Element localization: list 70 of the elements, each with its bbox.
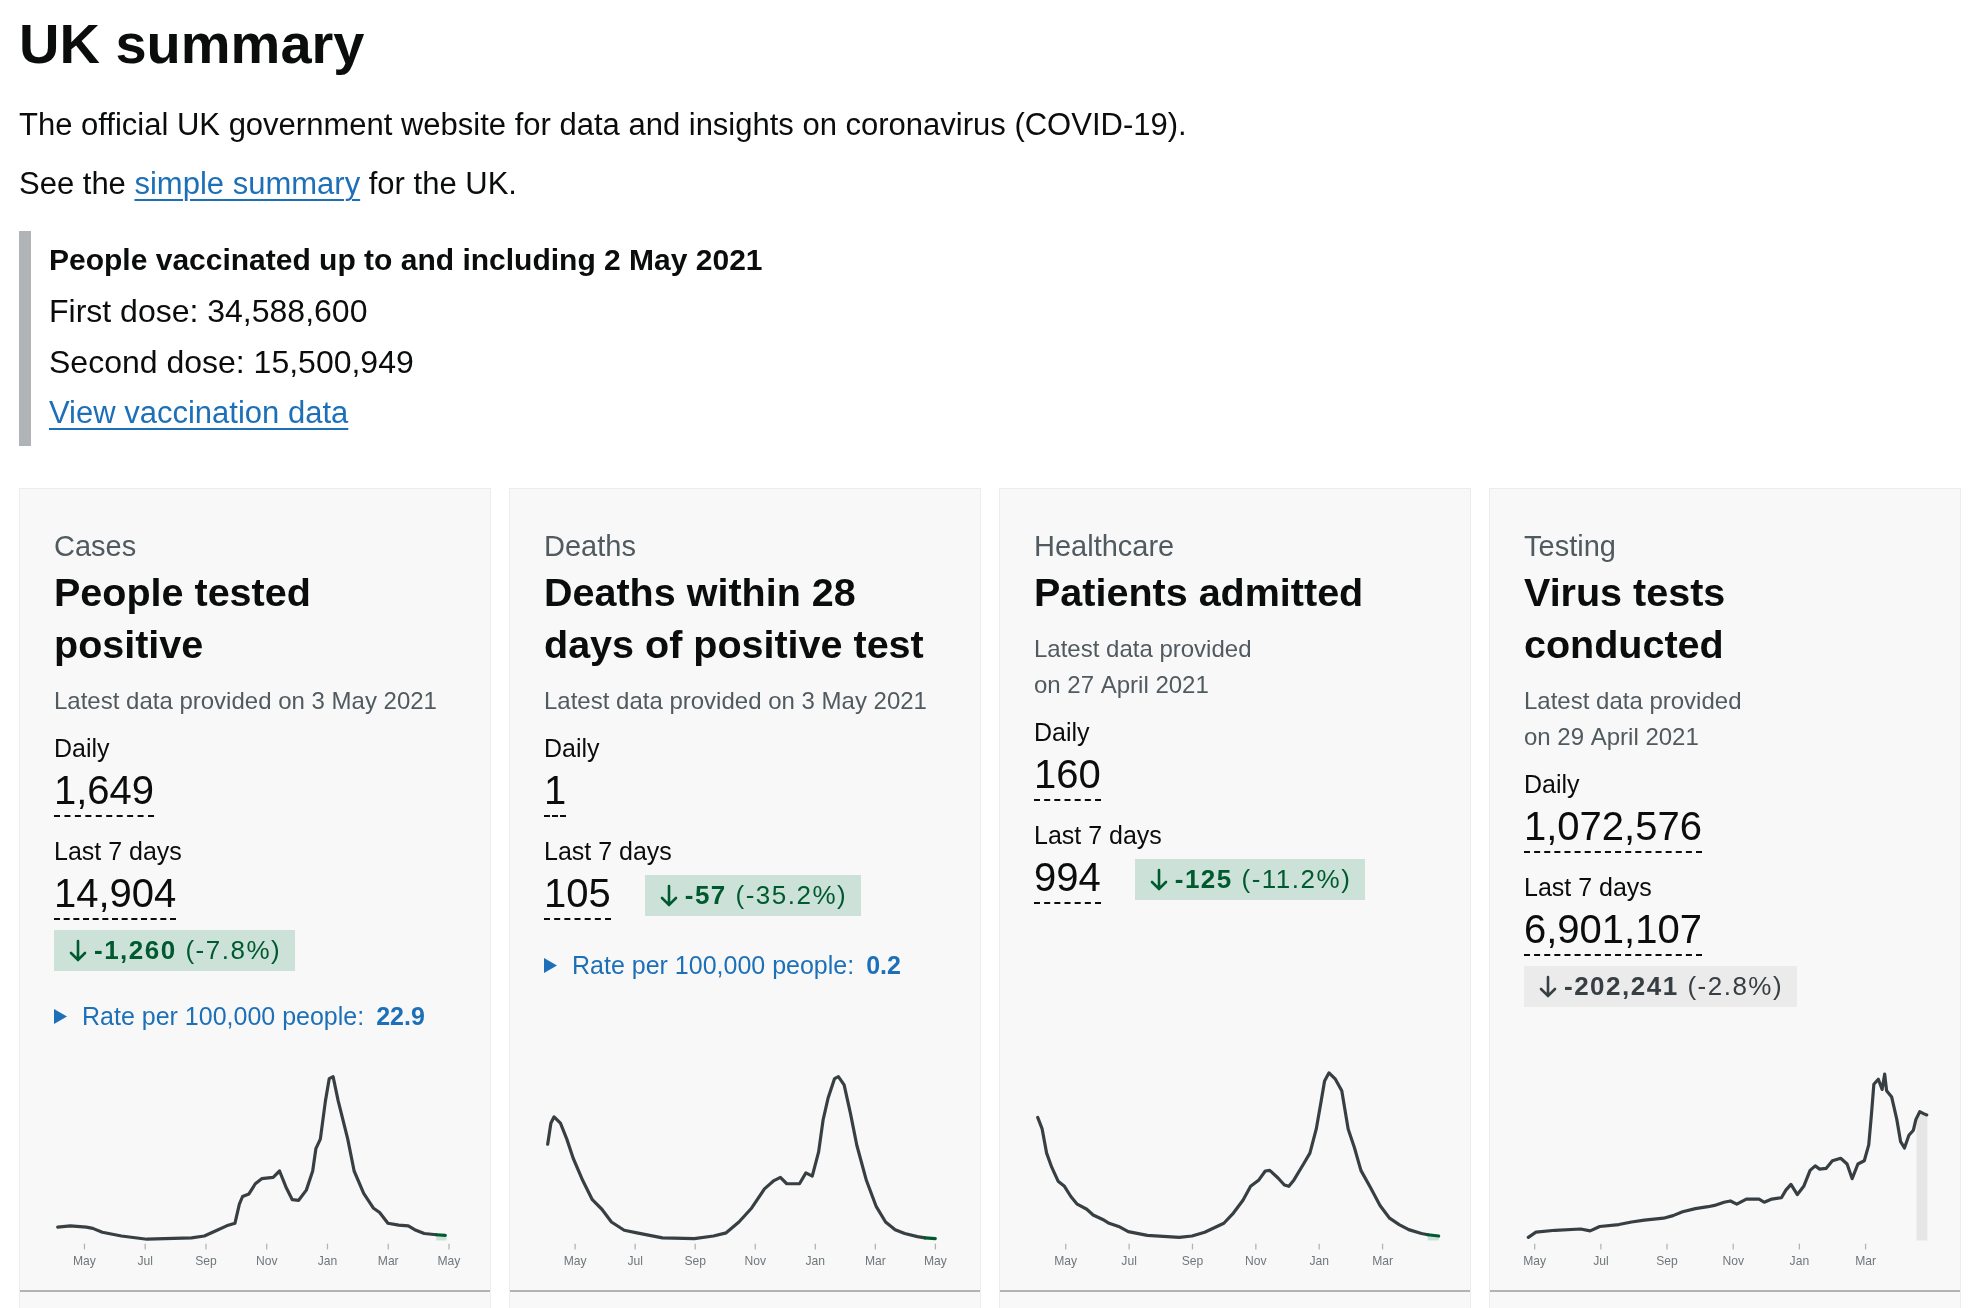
metric-label: Daily [1524,769,1580,800]
triangle-icon [544,957,557,973]
change-text: -202,241 (-2.8%) [1564,970,1784,1003]
axis-label: May [1523,1253,1547,1268]
axis-label: Nov [744,1253,767,1268]
metric-value: 105 [544,871,611,920]
axis-label: Mar [864,1253,886,1268]
metric-value: 14,904 [54,871,177,920]
summary-link[interactable]: simple summary [134,166,361,201]
category-label: Cases [54,529,137,564]
axis-label: Sep [195,1253,217,1268]
metric-label: Last 7 days [544,836,672,867]
axis-label: Jan [805,1253,826,1268]
axis-label: Jul [1593,1253,1609,1268]
axis-label: May [923,1253,947,1268]
card-title: Deaths within 28 days of positive test [544,569,925,668]
summary-sentence: See the simple summary for the UK. [19,165,518,203]
dose-text: First dose: 34,588,600 [49,292,369,331]
rate-toggle[interactable]: Rate per 100,000 people: 22.9 [54,1000,425,1032]
rate-toggle[interactable]: Rate per 100,000 people: 0.2 [544,949,901,981]
category-label: Testing [1524,529,1616,564]
triangle-icon [54,1008,67,1024]
axis-label: Jan [317,1253,338,1268]
axis-label: May [73,1253,96,1268]
category-label: Deaths [544,529,636,564]
axis-label: Jul [1121,1253,1137,1268]
axis-label: Sep [1181,1253,1204,1268]
card-title: People tested positive [54,569,312,668]
axis-label: May [1054,1253,1078,1268]
page-title: UK summary [19,12,366,76]
metric-label: Last 7 days [1524,872,1652,903]
axis-label: Nov [1245,1253,1267,1268]
metric-label: Daily [1034,717,1090,748]
card-title: Patients admitted [1034,569,1364,616]
metric-label: Last 7 days [1034,820,1162,851]
metric-value: 1 [544,768,567,817]
metric-value: 1,072,576 [1524,804,1702,853]
axis-label: Jan [1309,1253,1329,1268]
intro-text: The official UK government website for data and insights on coronavirus (COVID-19). [19,106,1188,144]
change-text: -57 (-35.2%) [684,879,848,912]
axis-label: Jul [627,1253,643,1268]
axis-label: Mar [1855,1253,1876,1268]
metric-label: Last 7 days [54,836,182,867]
axis-label: Jan [1789,1253,1810,1268]
axis-label: Sep [1656,1253,1678,1268]
vaccination-heading: People vaccinated up to and including 2 May 2021 [49,242,764,278]
dose-text: Second dose: 15,500,949 [49,343,415,382]
vaccination-link[interactable]: View vaccination data [49,395,349,430]
axis-label: Mar [1372,1253,1393,1268]
axis-label: Sep [684,1253,706,1268]
metric-label: Daily [54,733,110,764]
metric-label: Daily [544,733,600,764]
update-note: Latest data provided on 3 May 2021 [54,686,437,716]
axis-label: Nov [1722,1253,1744,1268]
update-note: Latest data provided on 27 April 2021 [1034,634,1253,700]
axis-label: May [563,1253,587,1268]
category-label: Healthcare [1034,529,1175,564]
update-note: Latest data provided on 3 May 2021 [544,686,927,716]
axis-label: May [437,1253,461,1268]
change-text: -125 (-11.2%) [1174,863,1352,896]
axis-label: Jul [137,1253,153,1268]
metric-value: 6,901,107 [1524,907,1702,956]
metric-value: 160 [1034,752,1101,801]
metric-value: 1,649 [54,768,155,817]
axis-label: Mar [377,1253,399,1268]
card-title: Virus tests conducted [1524,569,1727,668]
metric-value: 994 [1034,855,1101,904]
update-note: Latest data provided on 29 April 2021 [1524,686,1743,752]
axis-label: Nov [255,1253,278,1268]
change-text: -1,260 (-7.8%) [94,934,282,967]
